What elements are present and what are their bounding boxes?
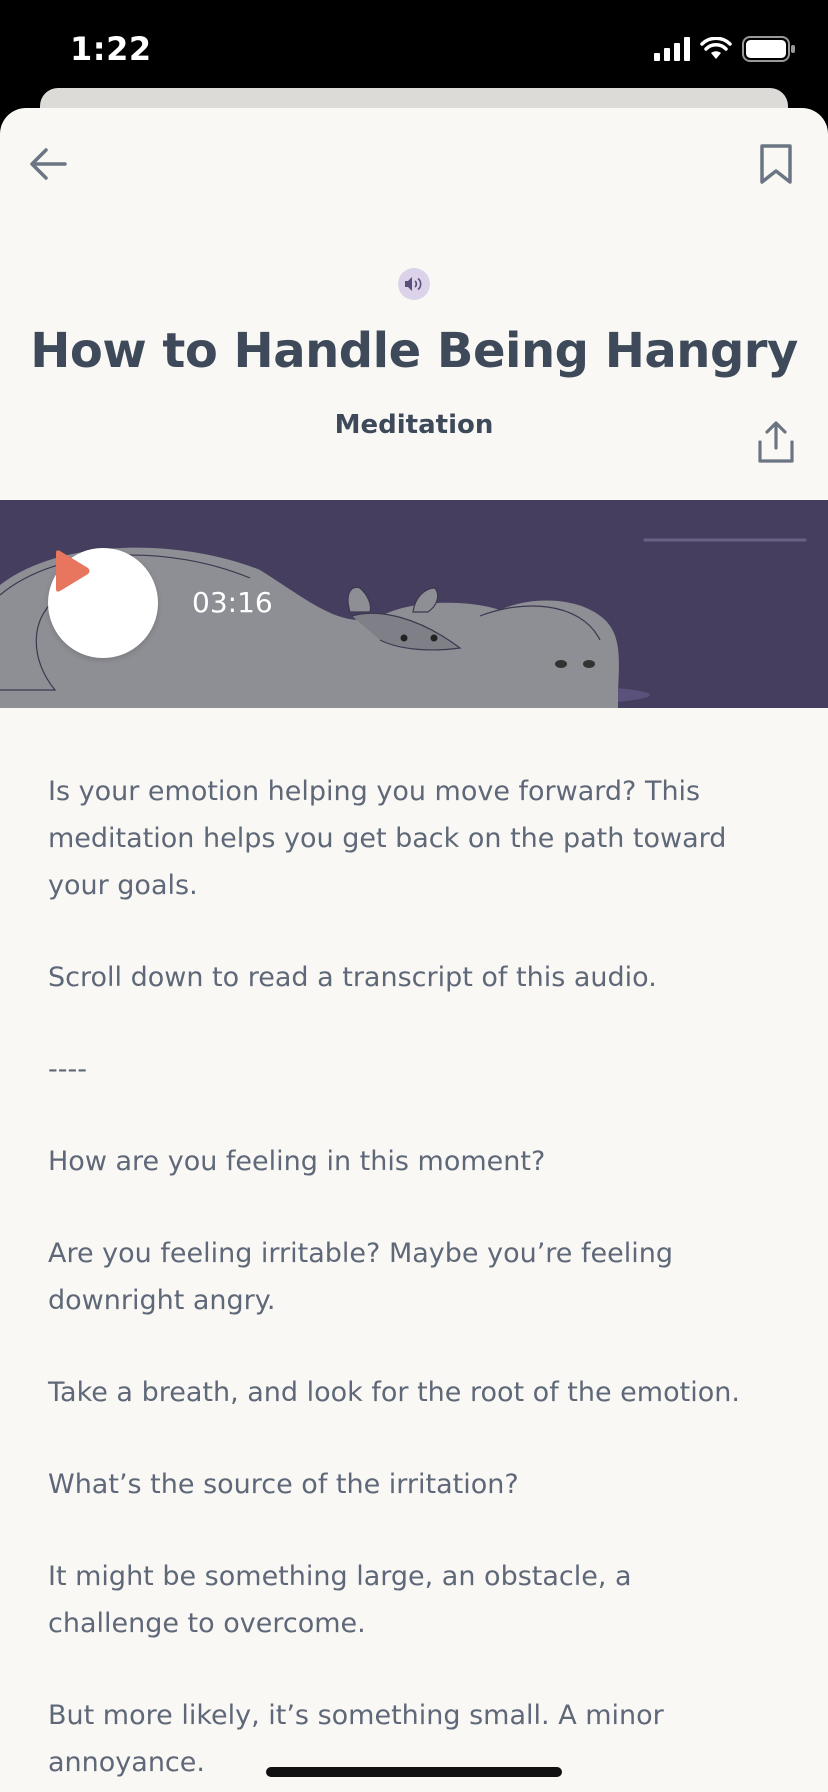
status-icons <box>654 34 796 64</box>
status-bar: 1:22 <box>0 0 828 100</box>
arrow-left-icon <box>30 148 67 180</box>
bookmark-button[interactable] <box>752 138 800 190</box>
transcript-paragraph: It might be something large, an obstacle… <box>48 1561 632 1639</box>
description-paragraph: Is your emotion helping you move forward… <box>48 776 727 901</box>
play-button[interactable] <box>48 548 158 658</box>
speaker-icon <box>405 277 422 291</box>
share-button[interactable] <box>752 416 800 468</box>
signal-icon <box>654 37 690 61</box>
wifi-icon <box>700 37 732 59</box>
home-indicator[interactable] <box>266 1767 562 1777</box>
share-icon <box>758 421 794 463</box>
bookmark-icon <box>760 144 792 184</box>
transcript-paragraph: Take a breath, and look for the root of … <box>48 1377 740 1408</box>
audio-type-badge <box>398 268 430 300</box>
audio-duration: 03:16 <box>192 586 273 619</box>
transcript-paragraph: Are you feeling irritable? Maybe you’re … <box>48 1238 673 1316</box>
status-time: 1:22 <box>70 30 152 68</box>
play-icon <box>56 550 90 592</box>
page-title: How to Handle Being Hangry <box>30 323 798 379</box>
transcript-content: Is your emotion helping you move forward… <box>48 768 768 1792</box>
scroll-hint-paragraph: Scroll down to read a transcript of this… <box>48 962 657 993</box>
transcript-paragraph: How are you feeling in this moment? <box>48 1146 546 1177</box>
separator-text: ---- <box>48 1054 87 1085</box>
transcript-paragraph: What’s the source of the irritation? <box>48 1469 519 1500</box>
category-label: Meditation <box>334 410 494 440</box>
content-sheet[interactable]: How to Handle Being Hangry Meditation 03… <box>0 108 828 1792</box>
audio-player-hero: 03:16 <box>0 500 828 708</box>
battery-icon <box>742 36 795 62</box>
back-button[interactable] <box>22 138 74 190</box>
